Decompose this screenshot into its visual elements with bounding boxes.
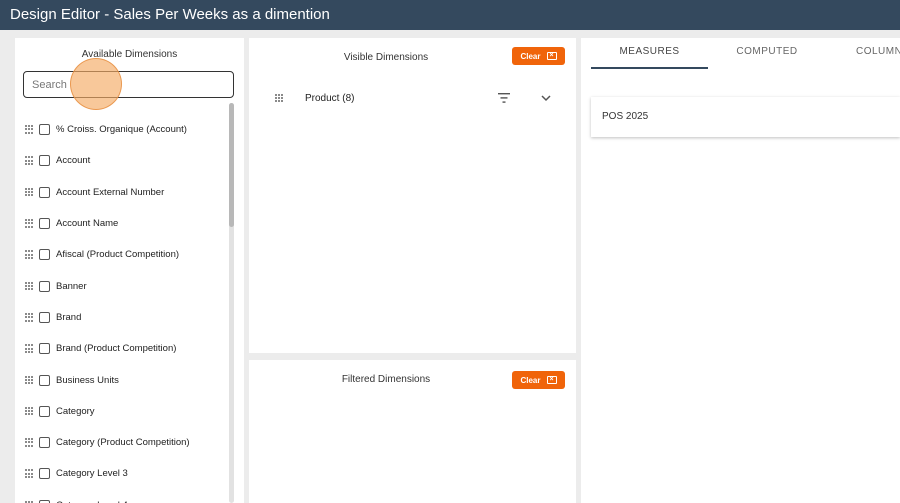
dimension-checkbox[interactable] [39,374,50,386]
dimension-label: Brand (Product Competition) [56,343,177,355]
dimension-list-item[interactable]: Account External Number [25,177,225,208]
drag-handle-icon[interactable] [25,156,33,166]
dimension-checkbox[interactable] [39,249,50,261]
drag-handle-icon[interactable] [25,281,33,291]
dimension-label: Brand [56,311,82,323]
clear-x-icon: × [546,52,557,60]
clear-filtered-label: Clear [520,375,541,385]
drag-handle-icon[interactable] [275,93,283,103]
dimension-label: Category [56,405,95,417]
drag-handle-icon[interactable] [25,375,33,385]
search-input[interactable] [23,71,234,98]
drag-handle-icon[interactable] [25,469,33,479]
dimension-checkbox[interactable] [39,124,50,136]
dimension-list-item[interactable]: Business Units [25,364,225,395]
visible-dimension-label: Product (8) [305,92,355,104]
dimension-list-item[interactable]: Brand (Product Competition) [25,333,225,364]
drag-handle-icon[interactable] [25,406,33,416]
app-title-bar: Design Editor - Sales Per Weeks as a dim… [0,0,900,30]
dimension-label: Afiscal (Product Competition) [56,249,180,261]
dimension-label: Account External Number [56,186,165,198]
dimension-list-item[interactable]: Brand [25,302,225,333]
tab-bar: MEASURES COMPUTED COLUMN [591,38,900,69]
dimension-list-item[interactable]: Category Level 4 [25,490,225,503]
available-dimensions-panel: Available Dimensions % Croiss. Organique… [15,38,244,503]
dimension-checkbox[interactable] [39,186,50,198]
measures-panel: MEASURES COMPUTED COLUMN POS 2025 [581,38,900,503]
dimension-list-item[interactable]: % Croiss. Organique (Account) [25,114,225,145]
dimension-list-item[interactable]: Category (Product Competition) [25,427,225,458]
measure-card[interactable]: POS 2025 [591,97,900,137]
clear-visible-label: Clear [520,51,541,61]
dimension-list-item[interactable]: Account Name [25,208,225,239]
dimension-label: Account [56,155,91,167]
visible-dimensions-title: Visible Dimensions [343,52,429,63]
window-title: Design Editor - Sales Per Weeks as a dim… [10,6,330,23]
drag-handle-icon[interactable] [25,344,33,353]
dimension-label: Business Units [56,374,119,386]
drag-handle-icon[interactable] [25,438,33,447]
dimension-list-item[interactable]: Banner [25,270,225,301]
visible-dimensions-panel: Visible Dimensions Clear × Product (8) [249,38,576,353]
drag-handle-icon[interactable] [25,125,33,134]
dimension-label: Category (Product Competition) [56,437,190,449]
visible-dimension-row[interactable]: Product (8) [275,90,555,106]
dimension-checkbox[interactable] [39,405,50,417]
clear-filtered-button[interactable]: Clear × [512,371,565,389]
dimension-list-item[interactable]: Category [25,396,225,427]
scrollbar-thumb[interactable] [229,103,234,227]
tab-columns[interactable]: COLUMN [826,38,900,69]
filter-icon[interactable] [498,93,510,103]
dimension-label: Banner [56,280,87,292]
clear-x-icon: × [546,376,557,384]
dimension-checkbox[interactable] [39,280,50,292]
dimension-label: Account Name [56,218,119,230]
tab-computed[interactable]: COMPUTED [708,38,826,69]
dimension-list-item[interactable]: Category Level 3 [25,458,225,489]
dimension-list: % Croiss. Organique (Account) Account Acco… [25,114,225,503]
tab-measures[interactable]: MEASURES [591,38,708,69]
drag-handle-icon[interactable] [25,219,33,228]
dimension-checkbox[interactable] [39,311,50,323]
chevron-down-icon[interactable] [541,93,551,103]
dimension-list-item[interactable]: Afiscal (Product Competition) [25,239,225,270]
dimension-list-item[interactable]: Account [25,145,225,176]
dimension-checkbox[interactable] [39,218,50,230]
dimension-checkbox[interactable] [39,437,50,449]
drag-handle-icon[interactable] [25,250,33,259]
dimension-label: % Croiss. Organique (Account) [56,124,187,136]
filtered-dimensions-panel: Filtered Dimensions Clear × [249,360,576,503]
drag-handle-icon[interactable] [25,312,33,322]
clear-visible-button[interactable]: Clear × [512,47,565,65]
drag-handle-icon[interactable] [25,187,33,197]
dimension-checkbox[interactable] [39,343,50,355]
filtered-dimensions-title: Filtered Dimensions [341,374,431,385]
available-dimensions-title: Available Dimensions [81,49,178,60]
measure-label: POS 2025 [602,111,649,122]
dimension-checkbox[interactable] [39,155,50,167]
dimension-checkbox[interactable] [39,468,50,480]
dimension-label: Category Level 3 [56,468,128,480]
